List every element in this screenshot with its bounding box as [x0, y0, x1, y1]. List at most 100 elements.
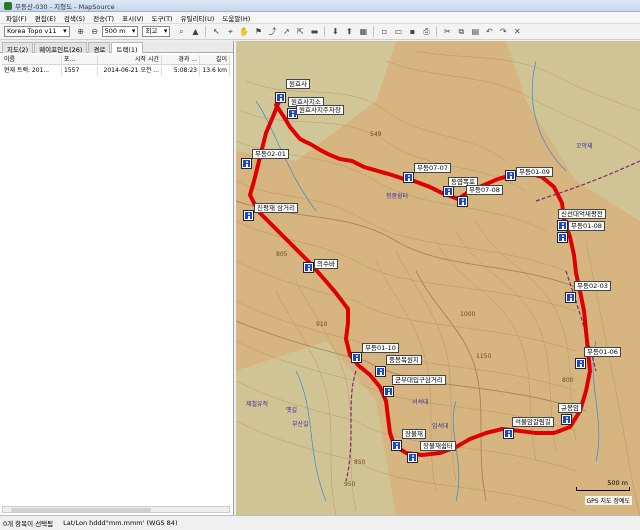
new-file-icon[interactable]: ▫ — [379, 26, 390, 37]
print-icon[interactable]: ⎙ — [421, 26, 432, 37]
measure-tool-icon[interactable]: ▬ — [309, 26, 320, 37]
device-send-icon[interactable]: ⬆ — [344, 26, 355, 37]
waypoint-label[interactable]: 무등01-09 — [516, 167, 553, 177]
save-icon[interactable]: ▪ — [407, 26, 418, 37]
copy-icon[interactable]: ⧉ — [456, 26, 467, 37]
zoom-scale-select[interactable]: 500 m — [101, 26, 139, 37]
waypoint-icon[interactable] — [457, 196, 468, 207]
waypoint-icon[interactable] — [505, 170, 516, 181]
waypoint-label[interactable]: 장불재 — [402, 429, 426, 439]
waypoint-label[interactable]: 석불암갈림길 — [512, 417, 554, 427]
waypoint-label[interactable]: 무등01-06 — [584, 347, 621, 357]
waypoint-icon[interactable] — [443, 186, 454, 197]
waypoint-label[interactable]: 중봉복원지 — [386, 355, 422, 365]
tab-tracks[interactable]: 트랙(1) — [111, 42, 143, 54]
map-find-icon[interactable]: ▲ — [190, 26, 201, 37]
waypoint-icon[interactable] — [403, 172, 414, 183]
waypoint-label[interactable]: 군부대입구삼거리 — [392, 375, 446, 385]
waypoint-label[interactable]: 규봉암 — [558, 403, 582, 413]
waypoint-icon[interactable] — [375, 366, 386, 377]
binoculars-icon[interactable]: ⌕ — [176, 26, 187, 37]
tab-routes[interactable]: 경로 — [88, 42, 111, 54]
hand-tool-icon[interactable]: ✋ — [239, 26, 250, 37]
waypoint-label[interactable]: 신선대억새평전 — [558, 209, 606, 219]
waypoint-label[interactable]: 의수바 — [314, 259, 338, 269]
select-tool-icon[interactable]: ↖ — [211, 26, 222, 37]
device-receive-icon[interactable]: ⬇ — [330, 26, 341, 37]
track-elapsed: 5:08:23 — [162, 66, 200, 76]
tab-maps[interactable]: 지도(2) — [2, 42, 34, 54]
waypoint-icon[interactable] — [503, 428, 514, 439]
track-list-header: 이름 포... 시작 시간 경과 ... 길이 — [2, 55, 231, 65]
waypoint-label[interactable]: 원효사지주차장 — [296, 105, 344, 115]
menu-tools[interactable]: 도구(T) — [148, 13, 177, 23]
column-length[interactable]: 길이 — [200, 55, 230, 64]
waypoint-label[interactable]: 무등07-08 — [466, 185, 503, 195]
waypoint-label[interactable]: 장불재쉼터 — [420, 441, 456, 451]
detail-select[interactable]: 최고 — [142, 26, 171, 37]
pointer-tool-icon[interactable]: ⇱ — [295, 26, 306, 37]
delete-icon[interactable]: ✕ — [512, 26, 523, 37]
elevation-label: 1000 — [460, 311, 476, 318]
menu-utilities[interactable]: 유틸리티(U) — [177, 13, 219, 23]
scrollbar-thumb[interactable] — [11, 508, 151, 512]
waypoint-icon[interactable] — [241, 158, 252, 169]
place-label: 옛길 — [286, 407, 298, 414]
track-tool-icon[interactable]: ↗ — [281, 26, 292, 37]
menu-file[interactable]: 파일(F) — [2, 13, 31, 23]
zoom-tool-icon[interactable]: ⌖ — [225, 26, 236, 37]
waypoint-label[interactable]: 무등01-08 — [568, 221, 605, 231]
elevation-label: 549 — [370, 131, 382, 138]
waypoint-icon[interactable] — [575, 358, 586, 369]
waypoint-label[interactable]: 무등02-03 — [574, 281, 611, 291]
menu-transfer[interactable]: 전송(T) — [89, 13, 118, 23]
zoom-out-icon[interactable]: ⊖ — [89, 26, 100, 37]
column-elapsed[interactable]: 경과 ... — [162, 55, 200, 64]
column-points[interactable]: 포... — [62, 55, 98, 64]
waypoint-label[interactable]: 원효사 — [286, 79, 310, 89]
redo-icon[interactable]: ↷ — [498, 26, 509, 37]
tab-waypoints[interactable]: 웨이포인트(26) — [34, 42, 88, 54]
menu-edit[interactable]: 편집(E) — [31, 13, 60, 23]
undo-icon[interactable]: ↶ — [484, 26, 495, 37]
place-label: 입석대 — [432, 423, 449, 430]
cut-icon[interactable]: ✂ — [442, 26, 453, 37]
zoom-in-icon[interactable]: ⊕ — [75, 26, 86, 37]
waypoint-icon[interactable] — [407, 452, 418, 463]
elevation-label: 910 — [316, 321, 328, 328]
toolbar-separator — [436, 26, 438, 37]
menu-search[interactable]: 검색(S) — [60, 13, 89, 23]
waypoint-icon[interactable] — [351, 352, 362, 363]
waypoint-label[interactable]: 무등01-10 — [362, 343, 399, 353]
waypoint-icon[interactable] — [561, 414, 572, 425]
waypoint-label[interactable]: 진평재 삼거리 — [254, 203, 298, 213]
scale-label: 500 m — [607, 479, 628, 487]
menu-view[interactable]: 표시(V) — [118, 13, 147, 23]
menu-help[interactable]: 도움말(H) — [218, 13, 254, 23]
panel-tabs: 지도(2) 웨이포인트(26) 경로 트랙(1) — [0, 41, 233, 54]
toolbar: Korea Topo v11 ⊕ ⊖ 500 m 최고 ⌕ ▲ ↖ ⌖ ✋ ⚑ … — [0, 24, 640, 40]
map-view[interactable]: 원효사 원효사지소 원효사지주차장 무등02-01 무등07-07 동엽폭포 무… — [236, 41, 640, 515]
map-credit: GPS 지도 정예도 — [584, 496, 632, 505]
waypoint-icon[interactable] — [565, 292, 576, 303]
table-row[interactable]: 현재 트랙: 201... 1557 2014-06-21 오전 ... 5:0… — [2, 66, 231, 76]
waypoint-icon[interactable] — [391, 440, 402, 451]
column-name[interactable]: 이름 — [2, 55, 62, 64]
paste-icon[interactable]: ▤ — [470, 26, 481, 37]
waypoint-icon[interactable] — [303, 262, 314, 273]
waypoint-icon[interactable] — [275, 92, 286, 103]
device-map-icon[interactable]: ▦ — [358, 26, 369, 37]
waypoint-tool-icon[interactable]: ⚑ — [253, 26, 264, 37]
route-tool-icon[interactable]: ⤴ — [267, 26, 278, 37]
waypoint-icon[interactable] — [243, 210, 254, 221]
elevation-label: 950 — [344, 481, 356, 488]
map-product-select[interactable]: Korea Topo v11 — [4, 26, 70, 37]
waypoint-icon[interactable] — [557, 232, 568, 243]
open-folder-icon[interactable]: ▭ — [393, 26, 404, 37]
waypoint-label[interactable]: 무등07-07 — [414, 163, 451, 173]
waypoint-icon[interactable] — [383, 386, 394, 397]
waypoint-label[interactable]: 무등02-01 — [252, 149, 289, 159]
waypoint-icon[interactable] — [557, 220, 568, 231]
column-start-time[interactable]: 시작 시간 — [98, 55, 162, 64]
horizontal-scrollbar[interactable] — [2, 506, 230, 513]
